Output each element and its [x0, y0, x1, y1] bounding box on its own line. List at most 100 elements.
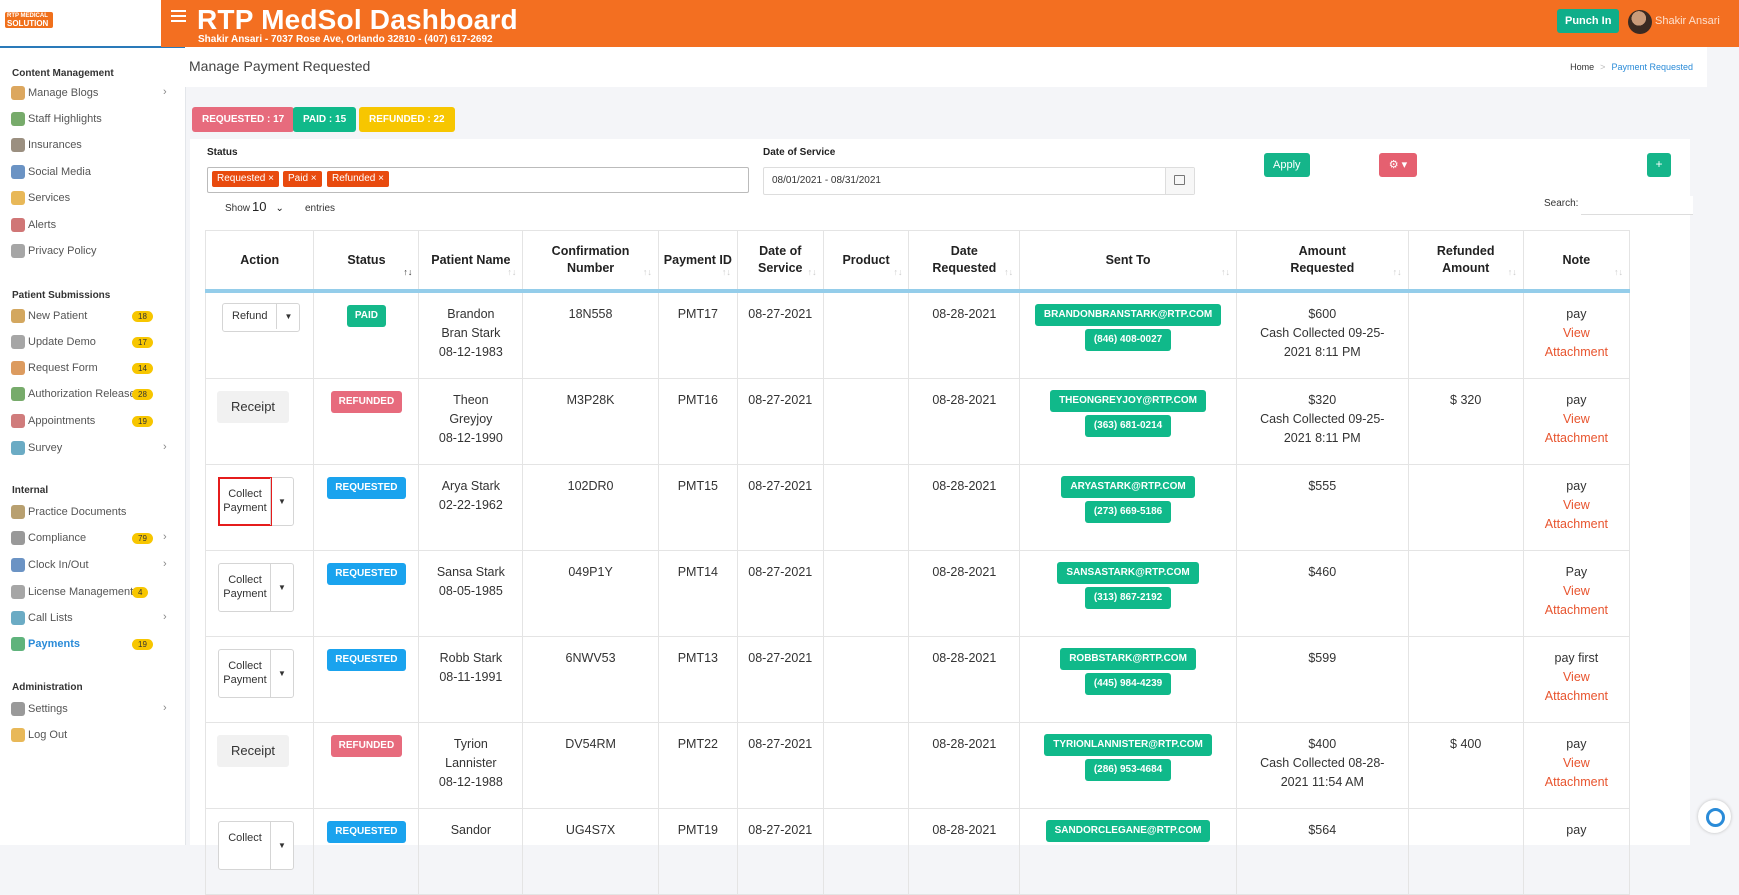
collect-payment-button-group[interactable]: Collect ▼: [218, 821, 294, 870]
add-button[interactable]: +: [1647, 153, 1671, 177]
sort-icon[interactable]: ↑↓: [722, 267, 731, 277]
view-attachment-link[interactable]: View: [1524, 582, 1629, 601]
sidebar-item[interactable]: Survey ›: [0, 438, 185, 460]
sidebar-item[interactable]: Alerts: [0, 215, 185, 237]
sidebar-item[interactable]: Call Lists ›: [0, 608, 185, 630]
chip-paid[interactable]: Paid ×: [283, 171, 322, 187]
view-attachment-link[interactable]: View: [1524, 754, 1629, 773]
avatar[interactable]: [1628, 10, 1652, 34]
breadcrumb-home[interactable]: Home: [1570, 62, 1594, 72]
email-badge[interactable]: ARYASTARK@RTP.COM: [1061, 476, 1195, 498]
sidebar-item[interactable]: Services: [0, 188, 185, 210]
column-header[interactable]: Payment ID ↑↓: [657, 230, 738, 293]
email-badge[interactable]: BRANDONBRANSTARK@RTP.COM: [1034, 304, 1222, 326]
sort-icon[interactable]: ↑↓: [1508, 267, 1517, 277]
sidebar-item[interactable]: Log Out: [0, 725, 185, 747]
sidebar-item[interactable]: New Patient 18: [0, 306, 185, 328]
sidebar-item[interactable]: Update Demo 17: [0, 332, 185, 354]
view-attachment-link[interactable]: View: [1524, 410, 1629, 429]
punch-in-button[interactable]: Punch In: [1557, 9, 1620, 33]
sidebar-item[interactable]: Compliance 79 ›: [0, 528, 185, 550]
column-header[interactable]: Refunded Amount ↑↓: [1407, 230, 1524, 293]
view-attachment-link[interactable]: View: [1524, 324, 1629, 343]
collect-payment-button-group[interactable]: Collect Payment ▼: [218, 563, 294, 612]
view-attachment-link[interactable]: View: [1524, 496, 1629, 515]
search-input[interactable]: [1581, 196, 1693, 215]
sort-icon[interactable]: ↑↓: [1393, 267, 1402, 277]
chevron-down-icon[interactable]: ▼: [270, 650, 293, 697]
chevron-down-icon[interactable]: ▼: [270, 478, 293, 525]
chevron-down-icon[interactable]: ▼: [270, 564, 293, 611]
chip-requested[interactable]: Requested ×: [212, 171, 279, 187]
sort-icon[interactable]: ↑↓: [1004, 267, 1013, 277]
sidebar-item[interactable]: Privacy Policy: [0, 241, 185, 263]
paid-count-badge[interactable]: PAID : 15: [293, 107, 357, 132]
calendar-icon[interactable]: [1165, 168, 1194, 194]
phone-badge[interactable]: (846) 408-0027: [1084, 329, 1172, 351]
sidebar-item[interactable]: Insurances: [0, 135, 185, 157]
view-attachment-link[interactable]: Attachment: [1524, 429, 1629, 448]
sidebar-item[interactable]: Clock In/Out ›: [0, 555, 185, 577]
sidebar-item[interactable]: Manage Blogs ›: [0, 83, 185, 105]
sidebar-item[interactable]: License Management 4: [0, 582, 185, 604]
view-attachment-link[interactable]: Attachment: [1524, 687, 1629, 706]
column-header[interactable]: Amount Requested ↑↓: [1235, 230, 1409, 293]
collect-payment-button[interactable]: Collect Payment: [219, 650, 271, 697]
chevron-down-icon[interactable]: ▼: [270, 822, 293, 869]
column-header[interactable]: Status ↑↓: [313, 230, 420, 293]
refunded-count-badge[interactable]: REFUNDED : 22: [359, 107, 455, 132]
view-attachment-link[interactable]: Attachment: [1524, 343, 1629, 362]
view-attachment-link[interactable]: Attachment: [1524, 601, 1629, 620]
view-attachment-link[interactable]: View: [1524, 668, 1629, 687]
column-header[interactable]: Note ↑↓: [1522, 230, 1631, 293]
receipt-button[interactable]: Receipt: [217, 391, 289, 423]
collect-payment-button-group[interactable]: Collect Payment ▼: [218, 649, 294, 698]
phone-badge[interactable]: (313) 867-2192: [1084, 587, 1172, 609]
sort-icon[interactable]: ↑↓: [893, 267, 902, 277]
column-header[interactable]: Confirmation Number ↑↓: [522, 230, 659, 293]
sort-icon[interactable]: ↑↓: [643, 267, 652, 277]
date-range-input[interactable]: 08/01/2021 - 08/31/2021: [763, 167, 1195, 195]
view-attachment-link[interactable]: Attachment: [1524, 773, 1629, 792]
sidebar-item[interactable]: Request Form 14: [0, 358, 185, 380]
collect-payment-button-group[interactable]: Collect Payment ▼: [218, 477, 294, 526]
email-badge[interactable]: TYRIONLANNISTER@RTP.COM: [1044, 734, 1212, 756]
email-badge[interactable]: ROBBSTARK@RTP.COM: [1060, 648, 1196, 670]
refund-button-group[interactable]: Refund ▼: [222, 303, 301, 332]
phone-badge[interactable]: (363) 681-0214: [1084, 415, 1172, 437]
sidebar-item[interactable]: Appointments 19: [0, 411, 185, 433]
logo[interactable]: RTP MEDICAL SOLUTION: [0, 0, 185, 48]
sidebar-item[interactable]: Settings ›: [0, 699, 185, 721]
receipt-button[interactable]: Receipt: [217, 735, 289, 767]
apply-button[interactable]: Apply: [1264, 153, 1310, 177]
phone-badge[interactable]: (273) 669-5186: [1084, 501, 1172, 523]
sidebar-item[interactable]: Payments 19: [0, 634, 185, 656]
sort-icon[interactable]: ↑↓: [403, 267, 412, 277]
sort-icon[interactable]: ↑↓: [507, 267, 516, 277]
collect-payment-button[interactable]: Collect Payment: [218, 477, 272, 526]
collect-payment-button[interactable]: Collect Payment: [219, 564, 271, 611]
collect-payment-button[interactable]: Collect: [219, 822, 271, 869]
user-name[interactable]: Shakir Ansari: [1655, 15, 1720, 27]
phone-badge[interactable]: (286) 953-4684: [1084, 759, 1172, 781]
column-header[interactable]: Date Requested ↑↓: [908, 230, 1021, 293]
column-header[interactable]: Sent To ↑↓: [1019, 230, 1237, 293]
hamburger-menu-icon[interactable]: [171, 10, 186, 22]
email-badge[interactable]: SANDORCLEGANE@RTP.COM: [1045, 820, 1211, 842]
column-header[interactable]: Date of Service ↑↓: [736, 230, 824, 293]
column-header[interactable]: Patient Name ↑↓: [418, 230, 524, 293]
settings-dropdown-button[interactable]: ⚙ ▾: [1379, 153, 1417, 177]
chevron-down-icon[interactable]: ▼: [276, 304, 299, 329]
sort-icon[interactable]: ↑↓: [808, 267, 817, 277]
sort-icon[interactable]: ↑↓: [1614, 267, 1623, 277]
view-attachment-link[interactable]: Attachment: [1524, 515, 1629, 534]
sidebar-item[interactable]: Staff Highlights: [0, 109, 185, 131]
status-filter-input[interactable]: Requested × Paid × Refunded ×: [207, 167, 749, 193]
phone-badge[interactable]: (445) 984-4239: [1084, 673, 1172, 695]
email-badge[interactable]: SANSASTARK@RTP.COM: [1057, 562, 1199, 584]
sidebar-item[interactable]: Social Media: [0, 162, 185, 184]
sidebar-item[interactable]: Authorization Release 28: [0, 384, 185, 406]
requested-count-badge[interactable]: REQUESTED : 17: [192, 107, 295, 132]
sort-icon[interactable]: ↑↓: [1221, 267, 1230, 277]
sidebar-item[interactable]: Practice Documents: [0, 502, 185, 524]
